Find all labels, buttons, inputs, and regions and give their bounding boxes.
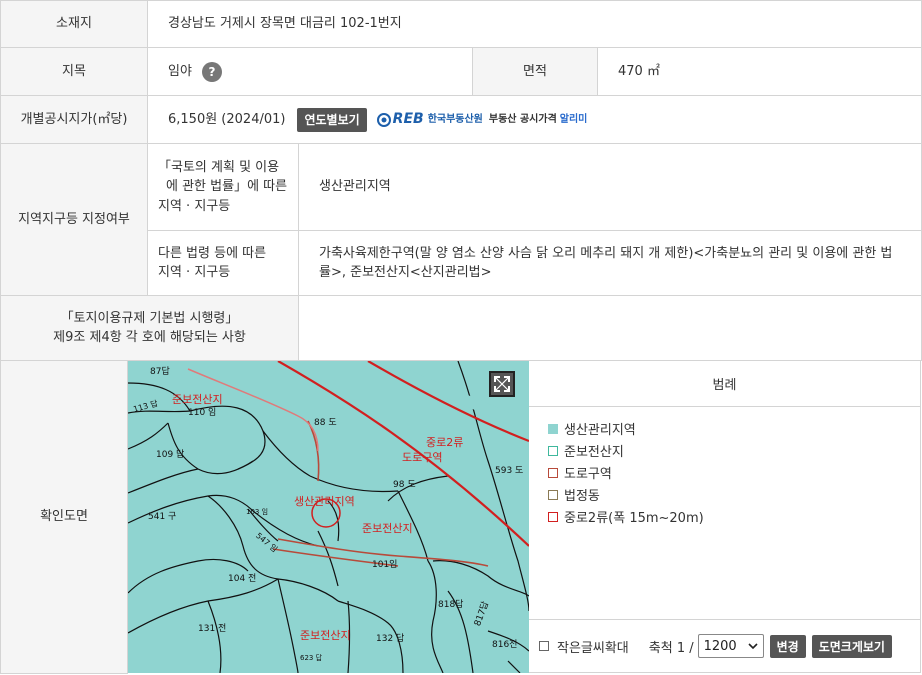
legend-item-label: 생산관리지역 (564, 423, 636, 438)
area-header: 면적 (473, 48, 598, 96)
legend-title: 범례 (712, 378, 737, 393)
scale-apply-button[interactable]: 변경 (769, 634, 806, 658)
area-label: 면적 (523, 63, 547, 79)
legend-item: 도로구역 (548, 463, 612, 482)
reb-logo-mark: REB (392, 111, 424, 127)
parcel-label: 818답 (438, 600, 464, 610)
price-cell: 6,150원 (2024/01) 연도별보기 REB 한국부동산원 부동산 공시… (148, 96, 922, 144)
parcel-label: 98 도 (393, 480, 416, 490)
legend-swatch (548, 467, 558, 478)
area-cell: 470 ㎡ (598, 48, 922, 96)
legend-swatch (548, 445, 558, 456)
expand-icon (494, 376, 510, 392)
national-law-label-line2: 에 관한 법률」에 따른 (166, 179, 288, 195)
legend-swatch (548, 511, 558, 522)
parcel-label: 593 도 (495, 466, 524, 476)
enforcement-label-line2: 제9조 제4항 각 호에 해당되는 사항 (53, 330, 246, 345)
location-cell: 경상남도 거제시 장목면 대금리 102-1번지 (148, 0, 922, 48)
zone-header: 지역지구등 지정여부 (0, 144, 148, 296)
parcel-label: 88 도 (314, 418, 337, 428)
parcel-label: 816전 (492, 640, 518, 650)
jimok-header: 지목 (0, 48, 148, 96)
legend-item-label: 중로2류(폭 15m~20m) (564, 511, 704, 526)
question-mark-icon[interactable]: ? (201, 61, 222, 82)
zone-label-saengsan: 생산관리지역 (294, 495, 355, 508)
parcel-label: 541 구 (148, 512, 177, 522)
scale-select[interactable]: 1200 (697, 634, 764, 658)
legend-item-label: 준보전산지 (564, 445, 624, 460)
enforcement-header: 「토지이용규제 기본법 시행령」 제9조 제4항 각 호에 해당되는 사항 (0, 296, 299, 361)
parcel-label: 110 임 (188, 408, 217, 418)
scale-select-value: 1200 (703, 638, 737, 654)
price-header: 개별공시지가(㎡당) (0, 96, 148, 144)
small-text-enlarge-label[interactable]: 작은글씨확대 (557, 637, 629, 656)
map-controls: 작은글씨확대 축척 1 / 1200 변경 도면크게보기 (529, 619, 921, 673)
parcel-label: 132 답 (376, 634, 405, 644)
jimok-label: 지목 (62, 63, 86, 79)
map-expand-button[interactable] (489, 371, 515, 397)
zone-label-jungro: 중로2류 (426, 436, 464, 449)
national-law-cell: 생산관리지역 (299, 144, 922, 231)
enlarge-map-button[interactable]: 도면크게보기 (811, 634, 892, 658)
parcel-label: 109 답 (156, 450, 185, 460)
legend-item: 중로2류(폭 15m~20m) (548, 507, 704, 526)
map-header: 확인도면 (0, 361, 128, 674)
legend: 생산관리지역 준보전산지 도로구역 법정동 중로2류(폭 15m~20m) (529, 407, 921, 619)
legend-item-label: 법정동 (564, 489, 600, 504)
zone-label: 지역지구등 지정여부 (18, 211, 130, 227)
location-header: 소재지 (0, 0, 148, 48)
national-law-value: 생산관리지역 (319, 179, 391, 195)
national-law-label-line1: 「국토의 계획 및 이용 (158, 159, 280, 175)
chevron-down-icon (748, 643, 758, 650)
legend-swatch (548, 489, 558, 500)
national-law-label-line3: 지역 · 지구등 (158, 198, 231, 214)
other-law-cell: 가축사육제한구역(말 양 염소 산양 사슴 닭 오리 메추리 돼지 개 제한)<… (299, 231, 922, 296)
zone-label-junbojeon: 준보전산지 (362, 522, 413, 535)
legend-swatch (548, 423, 558, 434)
parcel-label: 623 답 (300, 654, 323, 662)
parcel-label: 103 임 (246, 508, 269, 516)
national-law-header: 「국토의 계획 및 이용 에 관한 법률」에 따른 지역 · 지구등 (148, 144, 299, 231)
parcel-label: 101임 (372, 560, 398, 570)
location-label: 소재지 (56, 16, 92, 32)
other-law-header: 다른 법령 등에 따른 지역 · 지구등 (148, 231, 299, 296)
reb-circle-icon (376, 112, 391, 127)
price-label: 개별공시지가(㎡당) (20, 111, 128, 127)
price-value: 6,150원 (2024/01) (168, 111, 286, 127)
parcel-label: 87답 (150, 367, 170, 377)
zone-label-junbojeon: 준보전산지 (172, 393, 223, 406)
reb-org-name: 한국부동산원 (427, 114, 483, 125)
land-use-confirmation-sheet: 소재지 경상남도 거제시 장목면 대금리 102-1번지 지목 임야 ? 면적 … (0, 0, 922, 675)
legend-header: 범례 (529, 361, 921, 407)
cadastral-map[interactable]: 87답 113 답 110 임 88 도 109 답 593 도 98 도 54… (128, 361, 529, 673)
small-text-enlarge-checkbox[interactable] (539, 641, 549, 651)
jimok-cell: 임야 ? (148, 48, 473, 96)
enforcement-cell (299, 296, 922, 361)
yearly-view-button[interactable]: 연도별보기 (297, 107, 367, 132)
jimok-value: 임야 (168, 63, 192, 79)
zone-label-junbojeon: 준보전산지 (300, 629, 351, 642)
zone-label-road-area: 도로구역 (402, 451, 443, 464)
parcel-label: 131 전 (198, 624, 227, 634)
map-label: 확인도면 (40, 509, 88, 525)
other-law-value: 가축사육제한구역(말 양 염소 산양 사슴 닭 오리 메추리 돼지 개 제한)<… (319, 245, 893, 281)
area-value: 470 ㎡ (618, 63, 660, 79)
other-law-label-line1: 다른 법령 등에 따른 (158, 245, 267, 261)
other-law-label-line2: 지역 · 지구등 (158, 265, 231, 280)
reb-logo[interactable]: REB 한국부동산원 부동산 공시가격 알리미 (376, 109, 588, 130)
enforcement-label-line1: 「토지이용규제 기본법 시행령」 (60, 310, 239, 326)
reb-service-name: 부동산 공시가격 (488, 114, 557, 125)
legend-item: 준보전산지 (548, 441, 624, 460)
legend-item: 법정동 (548, 485, 600, 504)
reb-alimi: 알리미 (559, 114, 588, 125)
legend-item: 생산관리지역 (548, 419, 636, 438)
location-value: 경상남도 거제시 장목면 대금리 102-1번지 (168, 16, 402, 32)
scale-label: 축척 1 / (648, 640, 694, 656)
legend-item-label: 도로구역 (564, 467, 612, 482)
parcel-label: 104 전 (228, 574, 257, 584)
